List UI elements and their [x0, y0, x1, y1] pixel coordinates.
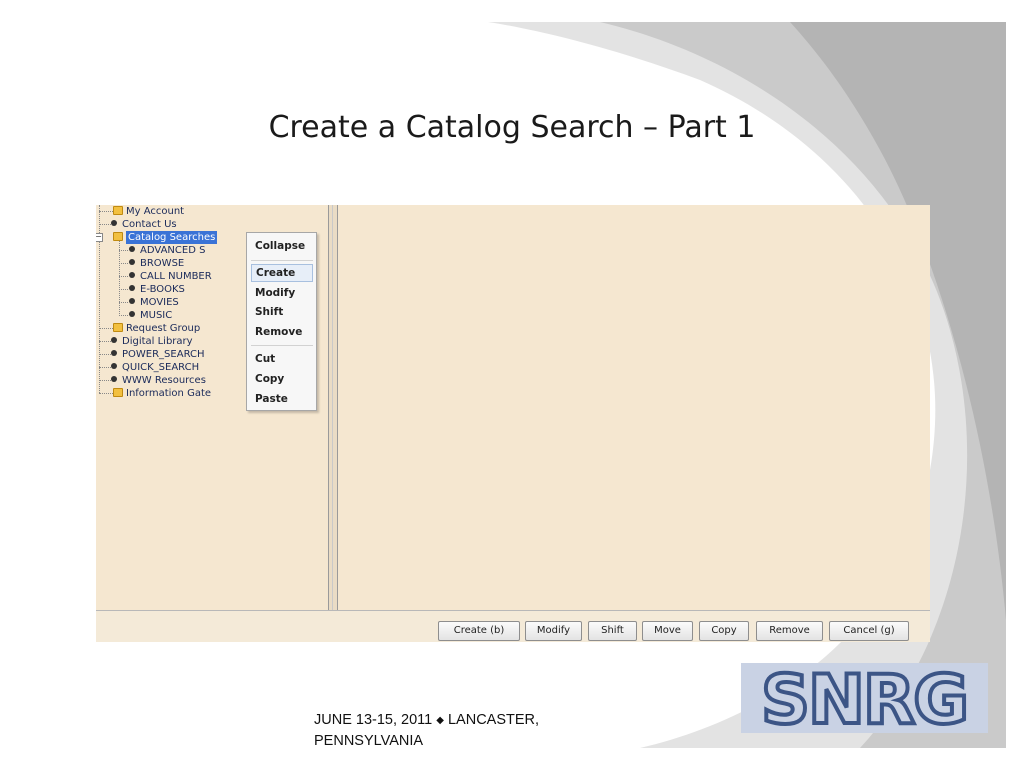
tree-node-www-resources[interactable]: WWW Resources: [109, 374, 206, 387]
footer-date: JUNE 13-15, 2011: [314, 712, 433, 728]
tree-node-movies[interactable]: MOVIES: [127, 296, 179, 309]
tree-node-music[interactable]: MUSIC: [127, 309, 172, 322]
bullet-icon: [129, 246, 135, 252]
bullet-icon: [129, 311, 135, 317]
create-button[interactable]: Create (b): [438, 621, 520, 641]
remove-button[interactable]: Remove: [756, 621, 823, 641]
tree-node-my-account[interactable]: My Account: [113, 205, 184, 218]
diamond-icon: ◆: [436, 715, 444, 726]
folder-icon: [113, 323, 123, 332]
copy-button[interactable]: Copy: [699, 621, 749, 641]
footer-text: JUNE 13-15, 2011 ◆ LANCASTER, PENNSYLVAN…: [314, 710, 644, 751]
bullet-icon: [111, 350, 117, 356]
slide-title: Create a Catalog Search – Part 1: [268, 110, 756, 145]
folder-icon: [113, 206, 123, 215]
tree-node-request-group[interactable]: Request Group: [113, 322, 200, 335]
tree-node-information-gate[interactable]: Information Gate: [113, 387, 211, 400]
tree-node-power-search[interactable]: POWER_SEARCH: [109, 348, 205, 361]
tree-node-call-number[interactable]: CALL NUMBER: [127, 270, 212, 283]
menu-item-modify[interactable]: Modify: [251, 284, 313, 302]
svg-text:SNRG: SNRG: [761, 663, 967, 733]
screenshot-panel: − My Account Contact Us Catalog Searches…: [96, 205, 930, 642]
menu-item-copy[interactable]: Copy: [251, 370, 313, 388]
bullet-icon: [129, 272, 135, 278]
bullet-icon: [129, 285, 135, 291]
bullet-icon: [129, 259, 135, 265]
menu-item-create[interactable]: Create: [251, 264, 313, 282]
bullet-icon: [111, 363, 117, 369]
bullet-icon: [111, 337, 117, 343]
tree-node-digital-library[interactable]: Digital Library: [109, 335, 193, 348]
bullet-icon: [111, 376, 117, 382]
shift-button[interactable]: Shift: [588, 621, 637, 641]
tree-node-e-books[interactable]: E-BOOKS: [127, 283, 185, 296]
snrg-logo: SNRG: [741, 663, 988, 733]
menu-separator: [251, 260, 313, 261]
action-bar: Create (b) Modify Shift Move Copy Remove…: [96, 610, 930, 642]
move-button[interactable]: Move: [642, 621, 693, 641]
modify-button[interactable]: Modify: [525, 621, 582, 641]
tree-node-quick-search[interactable]: QUICK_SEARCH: [109, 361, 199, 374]
detail-pane: [338, 205, 930, 610]
collapse-toggle[interactable]: −: [96, 233, 103, 242]
menu-item-cut[interactable]: Cut: [251, 350, 313, 368]
tree-node-catalog-searches[interactable]: Catalog Searches: [113, 231, 218, 244]
tree-node-contact-us[interactable]: Contact Us: [109, 218, 177, 231]
menu-item-shift[interactable]: Shift: [251, 303, 313, 321]
menu-item-collapse[interactable]: Collapse: [251, 237, 313, 255]
menu-item-remove[interactable]: Remove: [251, 323, 313, 341]
pane-splitter[interactable]: [328, 205, 338, 610]
context-menu: Collapse Create Modify Shift Remove Cut …: [246, 232, 317, 411]
tree-node-browse[interactable]: BROWSE: [127, 257, 184, 270]
menu-separator: [251, 345, 313, 346]
folder-icon: [113, 388, 123, 397]
folder-icon: [113, 232, 123, 241]
tree-node-advanced-search[interactable]: ADVANCED S: [127, 244, 205, 257]
cancel-button[interactable]: Cancel (g): [829, 621, 909, 641]
bullet-icon: [111, 220, 117, 226]
bullet-icon: [129, 298, 135, 304]
menu-item-paste[interactable]: Paste: [251, 390, 313, 408]
